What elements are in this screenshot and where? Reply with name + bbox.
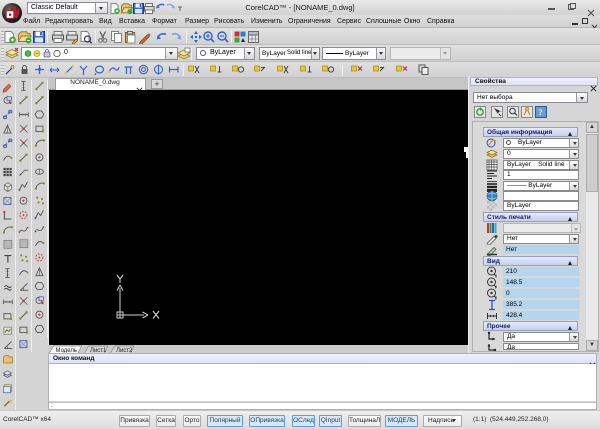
svg-text:?: ? <box>539 108 543 117</box>
